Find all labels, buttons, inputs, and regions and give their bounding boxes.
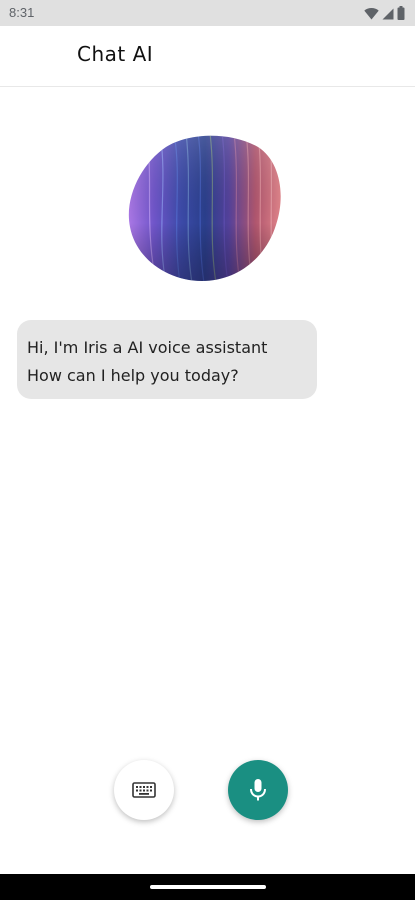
message-line: Hi, I'm Iris a AI voice assistant [27, 338, 268, 357]
status-bar: 8:31 [0, 0, 415, 26]
mic-button[interactable] [228, 760, 288, 820]
app-bar: Chat AI [0, 26, 415, 87]
keyboard-button[interactable] [114, 760, 174, 820]
mic-icon [250, 779, 266, 801]
navigation-bar [0, 874, 415, 900]
battery-icon [397, 6, 405, 20]
keyboard-icon [132, 782, 156, 798]
assistant-message-bubble: Hi, I'm Iris a AI voice assistant How ca… [17, 320, 317, 399]
signal-icon [382, 8, 394, 19]
assistant-orb-icon [128, 135, 281, 281]
home-gesture-handle[interactable] [150, 885, 266, 889]
page-title: Chat AI [77, 42, 154, 66]
status-icons [364, 6, 405, 20]
wifi-icon [364, 7, 379, 19]
message-line: How can I help you today? [27, 366, 239, 385]
status-time: 8:31 [9, 5, 35, 20]
